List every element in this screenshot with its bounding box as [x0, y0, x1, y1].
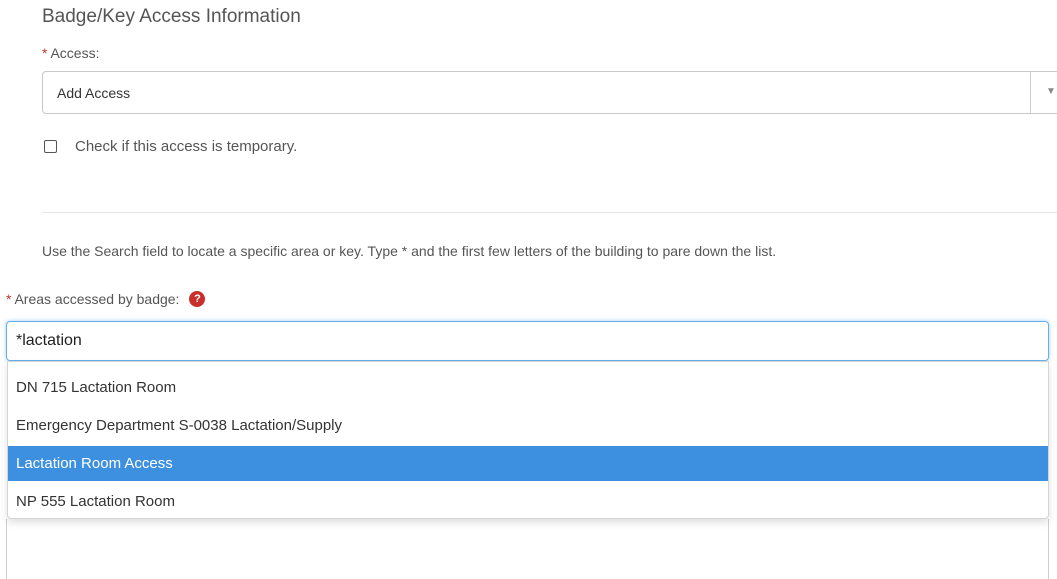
dropdown-option[interactable]: Emergency Department S-0038 Lactation/Su…	[8, 408, 1048, 443]
dropdown-option-highlighted[interactable]: Lactation Room Access	[8, 446, 1048, 481]
badge-access-form: Badge/Key Access Information * Access: Ad…	[0, 0, 1057, 579]
temporary-access-row: Check if this access is temporary.	[44, 138, 297, 155]
access-select[interactable]: Add Access ▼	[42, 71, 1057, 114]
temporary-access-label[interactable]: Check if this access is temporary.	[75, 138, 297, 155]
search-help-text: Use the Search field to locate a specifi…	[42, 243, 777, 259]
areas-search-input[interactable]	[6, 321, 1049, 361]
selected-areas-box	[6, 519, 1049, 579]
areas-accessed-label-text: Areas accessed by badge:	[14, 291, 180, 307]
chevron-down-icon[interactable]: ▼	[1046, 86, 1056, 97]
access-select-value: Add Access	[57, 85, 131, 101]
dropdown-option[interactable]: NP 555 Lactation Room	[8, 484, 1048, 519]
required-mark: *	[42, 45, 48, 61]
areas-dropdown-list: DN 715 Lactation Room Emergency Departme…	[7, 361, 1049, 519]
access-label-text: Access:	[50, 45, 100, 61]
required-mark: *	[6, 291, 12, 307]
section-title: Badge/Key Access Information	[42, 6, 301, 27]
dropdown-option[interactable]: DN 715 Lactation Room	[8, 370, 1048, 405]
temporary-access-checkbox[interactable]	[44, 140, 57, 153]
select-divider	[1030, 72, 1031, 113]
access-label: * Access:	[42, 45, 99, 61]
help-icon[interactable]: ?	[189, 291, 206, 307]
section-divider	[42, 212, 1057, 213]
areas-accessed-label: * Areas accessed by badge: ?	[6, 291, 206, 307]
